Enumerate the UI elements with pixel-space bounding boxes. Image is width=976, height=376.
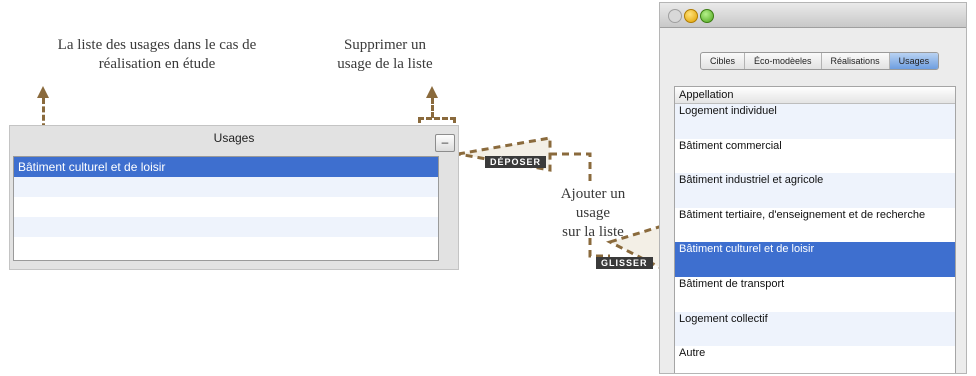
usage-row[interactable]: Bâtiment culturel et de loisir	[14, 157, 438, 177]
list-item-label: Bâtiment de transport	[679, 277, 785, 290]
window-titlebar[interactable]	[660, 3, 966, 28]
list-item[interactable]: Logement individuel	[675, 104, 955, 139]
list-arrow-icon	[37, 86, 49, 98]
usage-row[interactable]	[14, 237, 438, 257]
list-item-label: Bâtiment tertiaire, d'enseignement et de…	[679, 208, 926, 221]
list-item-label: Bâtiment culturel et de loisir	[679, 243, 815, 256]
list-item-label: Logement individuel	[679, 105, 777, 117]
tab-eco-modeles[interactable]: Éco-modèeles	[745, 53, 822, 69]
usages-panel: Usages – Bâtiment culturel et de loisir	[9, 125, 459, 270]
list-item[interactable]: Bâtiment industriel et agricole	[675, 173, 955, 208]
list-caption-line1: La liste des usages dans le cas de	[57, 37, 257, 53]
usages-list[interactable]: Bâtiment culturel et de loisir	[13, 156, 439, 261]
column-header-appellation[interactable]: Appellation	[675, 87, 955, 104]
appellation-rows: Logement individuel Bâtiment commercial …	[675, 104, 955, 373]
tab-usages[interactable]: Usages	[889, 53, 939, 69]
usages-panel-title: Usages	[213, 131, 255, 145]
list-item-label: Bâtiment commercial	[679, 139, 782, 152]
minimize-window-icon[interactable]	[684, 9, 698, 23]
usage-row[interactable]	[14, 217, 438, 237]
remove-arrow-icon	[426, 86, 438, 98]
list-item[interactable]: Bâtiment commercial	[675, 139, 955, 174]
remove-usage-button[interactable]: –	[435, 134, 455, 152]
drag-tag: GLISSER	[596, 257, 653, 269]
tab-cibles[interactable]: Cibles	[701, 53, 746, 69]
tab-realisations[interactable]: Réalisations	[822, 53, 890, 69]
list-item-label: Autre	[679, 347, 706, 360]
usage-row[interactable]	[14, 197, 438, 217]
remove-caption-line2: usage de la liste	[337, 56, 433, 72]
list-caption: La liste des usages dans le cas de réali…	[22, 36, 292, 74]
remove-arrow-shaft	[431, 98, 434, 118]
list-item[interactable]: Logement collectif	[675, 311, 955, 347]
list-item[interactable]: Bâtiment de transport	[675, 277, 955, 312]
list-item-selected[interactable]: Bâtiment culturel et de loisir	[675, 242, 955, 277]
list-item-label: Logement collectif	[679, 312, 768, 325]
remove-caption: Supprimer un usage de la liste	[300, 36, 470, 74]
remove-caption-line1: Supprimer un	[343, 37, 427, 53]
list-item[interactable]: Autre	[675, 346, 955, 373]
list-item[interactable]: Bâtiment tertiaire, d'enseignement et de…	[675, 208, 955, 243]
tab-bar: Cibles Éco-modèeles Réalisations Usages	[700, 52, 940, 70]
list-caption-line2: réalisation en étude	[98, 56, 216, 72]
usage-row[interactable]	[14, 177, 438, 197]
drop-tag: DÉPOSER	[485, 156, 547, 168]
appellation-list[interactable]: Appellation Logement individuel Bâtiment…	[674, 86, 956, 373]
close-window-icon[interactable]	[668, 9, 682, 23]
usages-window: Cibles Éco-modèeles Réalisations Usages …	[659, 2, 967, 374]
zoom-window-icon[interactable]	[700, 9, 714, 23]
list-item-label: Bâtiment industriel et agricole	[679, 174, 824, 187]
